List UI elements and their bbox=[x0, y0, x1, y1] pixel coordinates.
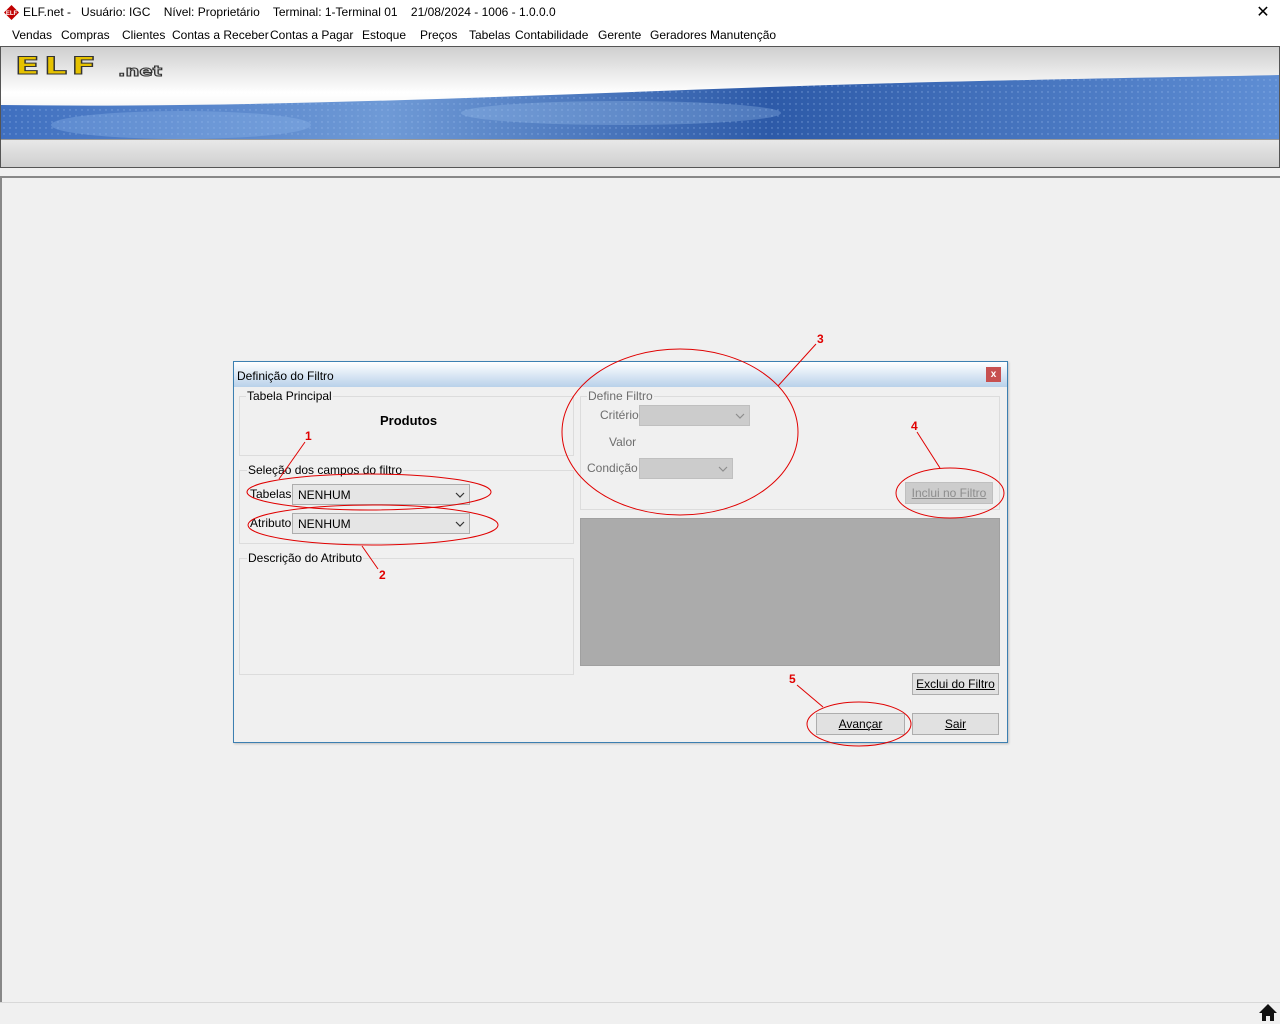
atributo-select[interactable]: NENHUM bbox=[292, 513, 470, 534]
chevron-down-icon bbox=[735, 413, 745, 419]
annotation-number-2: 2 bbox=[379, 568, 386, 582]
chevron-down-icon bbox=[718, 466, 728, 472]
menu-clientes[interactable]: Clientes bbox=[122, 28, 165, 42]
annotation-number-4: 4 bbox=[911, 419, 918, 433]
annotation-number-5: 5 bbox=[789, 672, 796, 686]
window-titlebar: ELF ELF.net - Usuário: IGC Nível: Propri… bbox=[0, 0, 1280, 24]
chevron-down-icon bbox=[455, 521, 465, 527]
sair-label: Sair bbox=[944, 717, 967, 731]
main-menubar: Vendas Compras Clientes Contas a Receber… bbox=[0, 24, 1280, 46]
status-bar bbox=[0, 1002, 1280, 1024]
banner-toolbar bbox=[1, 139, 1279, 167]
home-icon[interactable] bbox=[1258, 1002, 1278, 1022]
banner-artwork bbox=[1, 47, 1279, 139]
criterio-select[interactable] bbox=[639, 405, 750, 426]
menu-estoque[interactable]: Estoque bbox=[362, 28, 406, 42]
menu-tabelas[interactable]: Tabelas bbox=[469, 28, 510, 42]
menu-gerente[interactable]: Gerente bbox=[598, 28, 641, 42]
window-title: ELF.net - Usuário: IGC Nível: Proprietár… bbox=[23, 5, 556, 19]
tabelas-select[interactable]: NENHUM bbox=[292, 484, 470, 505]
annotation-number-3: 3 bbox=[817, 332, 824, 346]
menu-contas-a-pagar[interactable]: Contas a Pagar bbox=[270, 28, 353, 42]
descricao-atributo-group bbox=[239, 558, 574, 675]
exclui-do-filtro-label: Exclui do Filtro bbox=[916, 677, 995, 691]
close-icon: ✕ bbox=[1256, 4, 1270, 21]
dialog-titlebar: Definição do Filtro x bbox=[234, 362, 1007, 387]
avancar-button[interactable]: Avançar bbox=[816, 713, 905, 735]
inclui-no-filtro-button[interactable]: Inclui no Filtro bbox=[905, 482, 993, 504]
elf-logo: ELF .net bbox=[14, 52, 163, 81]
tabela-principal-value: Produtos bbox=[380, 413, 438, 428]
svg-text:ELF: ELF bbox=[6, 11, 18, 17]
avancar-label: Avançar bbox=[838, 717, 883, 731]
menu-contabilidade[interactable]: Contabilidade bbox=[515, 28, 588, 42]
define-filtro-label: Define Filtro bbox=[587, 389, 654, 403]
exclui-do-filtro-button[interactable]: Exclui do Filtro bbox=[912, 673, 999, 695]
condicao-select[interactable] bbox=[639, 458, 733, 479]
tabela-principal-label: Tabela Principal bbox=[246, 389, 333, 403]
filter-list-grid[interactable] bbox=[580, 518, 1000, 666]
close-icon: x bbox=[990, 369, 997, 380]
condicao-label: Condição bbox=[587, 461, 638, 475]
dialog-close-button[interactable]: x bbox=[986, 367, 1001, 382]
atributo-select-value: NENHUM bbox=[298, 517, 351, 531]
menu-manutencao[interactable]: Manutenção bbox=[710, 28, 776, 42]
dialog-title: Definição do Filtro bbox=[237, 369, 334, 383]
filter-definition-dialog: Definição do Filtro x Tabela Principal P… bbox=[233, 361, 1008, 743]
selecao-campos-label: Seleção dos campos do filtro bbox=[247, 463, 404, 477]
logo-text: ELF bbox=[14, 52, 101, 81]
inclui-no-filtro-label: Inclui no Filtro bbox=[911, 486, 987, 500]
tabelas-label: Tabelas bbox=[250, 487, 292, 501]
close-window-button[interactable]: ✕ bbox=[1246, 0, 1280, 24]
menu-geradores[interactable]: Geradores bbox=[650, 28, 707, 42]
descricao-atributo-label: Descrição do Atributo bbox=[247, 551, 364, 565]
logo-suffix: .net bbox=[117, 64, 163, 81]
menu-vendas[interactable]: Vendas bbox=[12, 28, 52, 42]
app-banner: ELF .net bbox=[0, 46, 1280, 168]
chevron-down-icon bbox=[455, 492, 465, 498]
menu-compras[interactable]: Compras bbox=[61, 28, 110, 42]
menu-contas-a-receber[interactable]: Contas a Receber bbox=[172, 28, 269, 42]
criterio-label: Critério bbox=[600, 408, 639, 422]
atributo-label: Atributo bbox=[250, 516, 292, 530]
valor-label: Valor bbox=[609, 435, 637, 449]
annotation-number-1: 1 bbox=[305, 429, 312, 443]
sair-button[interactable]: Sair bbox=[912, 713, 999, 735]
menu-precos[interactable]: Preços bbox=[420, 28, 457, 42]
elf-app-icon: ELF bbox=[4, 5, 19, 20]
tabelas-select-value: NENHUM bbox=[298, 488, 351, 502]
